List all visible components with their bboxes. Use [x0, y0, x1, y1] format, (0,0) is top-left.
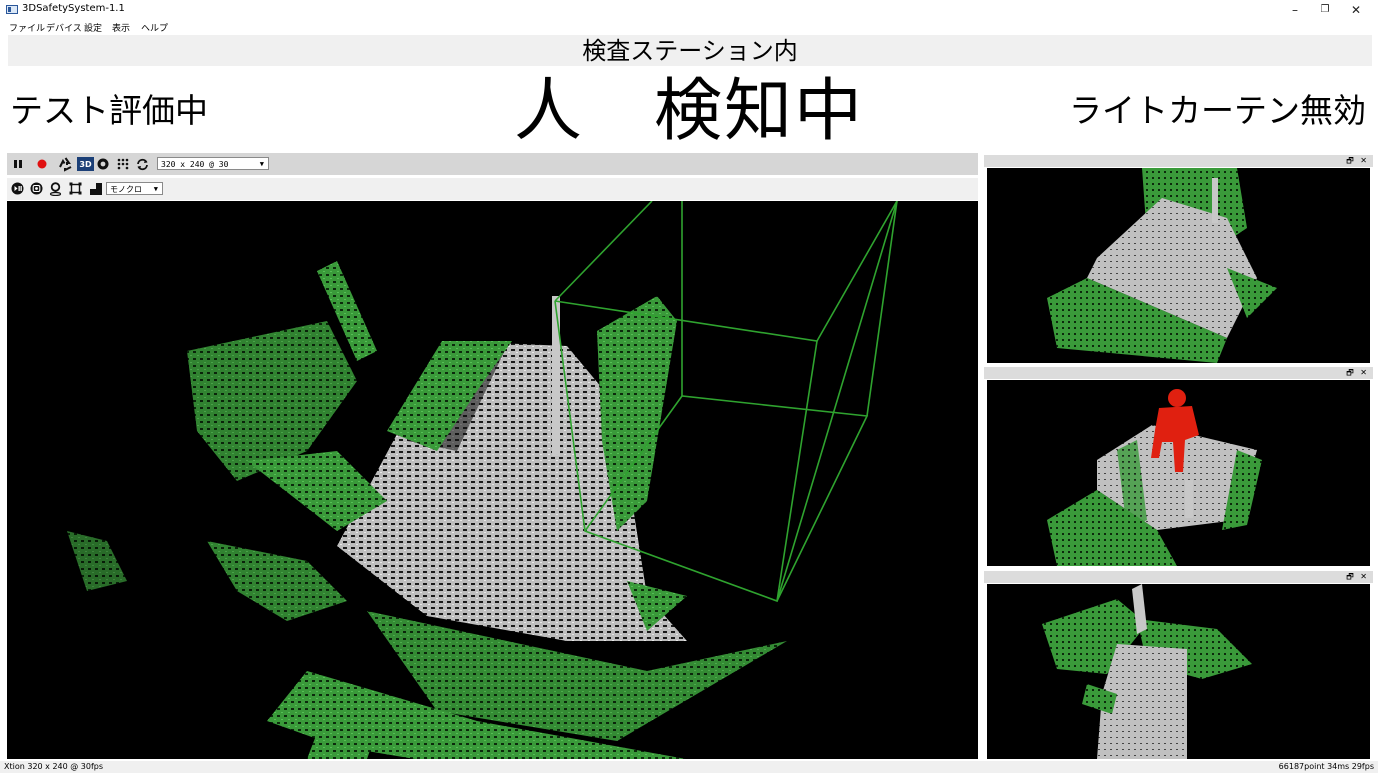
menu-file[interactable]: ファイル [9, 21, 45, 34]
window-title: 3DSafetySystem-1.1 [22, 3, 125, 14]
chevron-down-icon: ▼ [259, 160, 264, 168]
main-3d-view[interactable] [7, 201, 978, 759]
play-pause-icon[interactable] [10, 181, 25, 196]
color-mode-select[interactable]: モノクロ ▼ [106, 182, 163, 195]
pause-icon[interactable] [11, 157, 25, 171]
panel-1-controls[interactable]: 🗗 ✕ [1346, 155, 1369, 167]
main-point-cloud [67, 201, 898, 759]
side-panel-1-header: 🗗 ✕ [984, 155, 1373, 167]
side-point-cloud-1 [1047, 168, 1277, 363]
refresh-icon[interactable] [135, 157, 149, 171]
record-icon[interactable] [35, 157, 49, 171]
restore-button[interactable]: ❐ [1309, 1, 1341, 19]
performance-info: 66187point 34ms 29fps [1278, 762, 1374, 771]
side-view-2[interactable] [987, 380, 1370, 566]
chevron-down-icon: ▼ [153, 185, 158, 193]
camera-icon[interactable] [29, 181, 44, 196]
menu-settings[interactable]: 設定 [84, 21, 102, 34]
panel-3-controls[interactable]: 🗗 ✕ [1346, 571, 1369, 583]
location-icon[interactable] [48, 181, 63, 196]
3d-mode-icon[interactable]: 3D [77, 157, 94, 171]
station-label: 検査ステーション内 [8, 35, 1372, 66]
status-bar: Xtion 320 x 240 @ 30fps 66187point 34ms … [0, 761, 1378, 773]
app-icon [6, 5, 18, 14]
menu-bar: ファイル デバイス 設定 表示 ヘルプ [0, 20, 1378, 34]
side-view-1[interactable] [987, 168, 1370, 363]
menu-view[interactable]: 表示 [112, 21, 130, 34]
side-panel-2-header: 🗗 ✕ [984, 367, 1373, 379]
light-curtain-status: ライトカーテン無効 [1069, 91, 1366, 130]
resolution-select[interactable]: 320 x 240 @ 30 ▼ [157, 157, 269, 170]
resolution-value: 320 x 240 @ 30 [161, 160, 229, 169]
side-panel-3-header: 🗗 ✕ [984, 571, 1373, 583]
side-point-cloud-3 [1042, 584, 1252, 759]
side-view-3[interactable] [987, 584, 1370, 759]
recycle-icon[interactable] [57, 156, 73, 172]
points-icon[interactable] [116, 157, 130, 171]
title-bar: 3DSafetySystem-1.1 – ❐ ✕ [0, 0, 1378, 20]
crop-icon[interactable] [68, 181, 83, 196]
close-button[interactable]: ✕ [1340, 1, 1372, 19]
panel-2-controls[interactable]: 🗗 ✕ [1346, 367, 1369, 379]
viewer-toolbar: 3D 320 x 240 @ 30 ▼ [7, 153, 978, 175]
color-mode-value: モノクロ [110, 185, 142, 194]
aperture-icon[interactable] [96, 157, 110, 171]
menu-help[interactable]: ヘルプ [141, 21, 168, 34]
contrast-icon[interactable] [88, 181, 103, 196]
minimize-button[interactable]: – [1279, 1, 1311, 19]
menu-device[interactable]: デバイス [46, 21, 82, 34]
side-point-cloud-2 [1047, 389, 1262, 566]
viewer-toolbar-secondary: モノクロ ▼ [7, 178, 978, 200]
device-info: Xtion 320 x 240 @ 30fps [4, 762, 104, 771]
